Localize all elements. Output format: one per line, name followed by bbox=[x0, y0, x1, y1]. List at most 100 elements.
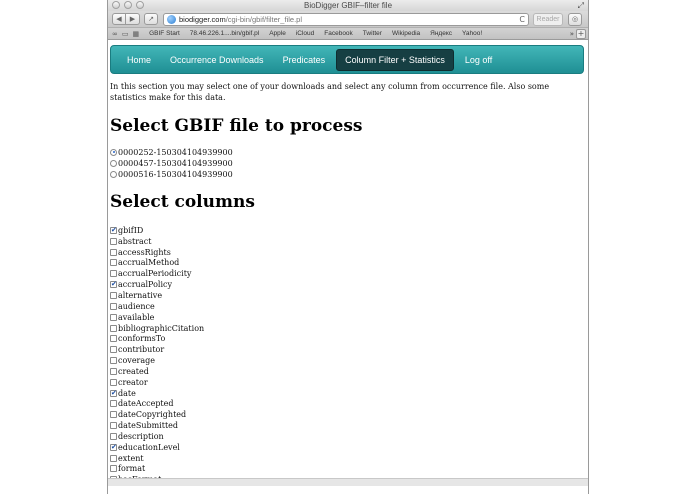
bookmark-item[interactable]: 78.46.226.1....bin/gbif.pl bbox=[190, 30, 259, 37]
file-option[interactable]: 0000516-150304104939900 bbox=[110, 169, 233, 180]
bookmark-item[interactable]: Wikipedia bbox=[392, 30, 420, 37]
column-option[interactable]: dateCopyrighted bbox=[110, 409, 204, 420]
column-checkbox[interactable] bbox=[110, 313, 117, 321]
column-option[interactable]: bibliographicCitation bbox=[110, 323, 204, 334]
column-option[interactable]: format bbox=[110, 464, 204, 475]
nav-predicates[interactable]: Predicates bbox=[275, 50, 334, 70]
column-option[interactable]: extent bbox=[110, 453, 204, 464]
bookmark-item[interactable]: Facebook bbox=[324, 30, 353, 37]
column-option-label: accrualPolicy bbox=[118, 280, 173, 290]
column-checkbox[interactable] bbox=[110, 291, 117, 299]
column-checkbox[interactable] bbox=[110, 357, 117, 365]
column-option[interactable]: creator bbox=[110, 377, 204, 388]
column-option-label: abstract bbox=[118, 236, 152, 246]
address-bar[interactable]: biodigger.com/cgi-bin/gbif/filter_file.p… bbox=[163, 13, 529, 26]
column-option-label: description bbox=[118, 431, 164, 441]
url-path: /cgi-bin/gbif/filter_file.pl bbox=[225, 15, 302, 24]
column-checkbox[interactable] bbox=[110, 367, 117, 375]
share-button[interactable]: ↗ bbox=[144, 13, 158, 25]
bookmark-item[interactable]: GBIF Start bbox=[149, 30, 180, 37]
file-radio[interactable] bbox=[110, 159, 117, 167]
fullscreen-icon[interactable]: ⤢ bbox=[578, 0, 584, 11]
nav-column-filter-statistics[interactable]: Column Filter + Statistics bbox=[336, 48, 454, 71]
column-option[interactable]: accrualPeriodicity bbox=[110, 268, 204, 279]
column-checkbox[interactable] bbox=[110, 465, 117, 473]
column-option[interactable]: ✔ educationLevel bbox=[110, 442, 204, 453]
file-option-label: 0000252-150304104939900 bbox=[118, 147, 233, 157]
bookmark-item[interactable]: Twitter bbox=[363, 30, 382, 37]
file-radio-list: 0000252-150304104939900 0000457-150304104… bbox=[110, 147, 233, 180]
file-radio[interactable] bbox=[110, 170, 117, 178]
bookmarks-book-icon[interactable]: ▭ bbox=[122, 30, 129, 38]
column-option-label: coverage bbox=[118, 356, 155, 366]
bookmark-item[interactable]: Yahoo! bbox=[462, 30, 482, 37]
column-checkbox[interactable] bbox=[110, 378, 117, 386]
bookmarks-bar: ∞ ▭ ▦ GBIF Start 78.46.226.1....bin/gbif… bbox=[108, 28, 588, 40]
column-option[interactable]: contributor bbox=[110, 344, 204, 355]
column-option[interactable]: dateSubmitted bbox=[110, 420, 204, 431]
column-option-label: creator bbox=[118, 377, 148, 387]
column-checkbox[interactable]: ✔ bbox=[110, 226, 117, 234]
column-checkbox[interactable] bbox=[110, 346, 117, 354]
history-buttons: ◀ ▶ bbox=[112, 13, 140, 25]
select-file-heading: Select GBIF file to process bbox=[110, 116, 363, 136]
nav-occurrence-downloads[interactable]: Occurrence Downloads bbox=[162, 50, 272, 70]
column-checkbox[interactable]: ✔ bbox=[110, 389, 117, 397]
column-option-label: accrualPeriodicity bbox=[118, 269, 192, 279]
column-checkbox[interactable] bbox=[110, 237, 117, 245]
horizontal-scrollbar[interactable] bbox=[108, 478, 588, 486]
top-sites-grid-icon[interactable]: ▦ bbox=[132, 30, 139, 38]
column-checkbox[interactable] bbox=[110, 259, 117, 267]
url-text: biodigger.com/cgi-bin/gbif/filter_file.p… bbox=[179, 14, 302, 25]
bookmark-item[interactable]: Apple bbox=[269, 30, 286, 37]
column-checkbox[interactable]: ✔ bbox=[110, 443, 117, 451]
bookmark-item[interactable]: Яндекс bbox=[430, 30, 452, 37]
column-checkbox[interactable]: ✔ bbox=[110, 281, 117, 289]
column-option-label: conformsTo bbox=[118, 334, 166, 344]
column-checkbox[interactable] bbox=[110, 411, 117, 419]
file-option[interactable]: 0000252-150304104939900 bbox=[110, 147, 233, 158]
column-option[interactable]: description bbox=[110, 431, 204, 442]
column-option[interactable]: ✔ accrualPolicy bbox=[110, 279, 204, 290]
column-option[interactable]: dateAccepted bbox=[110, 399, 204, 410]
file-radio[interactable] bbox=[110, 148, 117, 156]
column-checkbox[interactable] bbox=[110, 422, 117, 430]
file-option[interactable]: 0000457-150304104939900 bbox=[110, 158, 233, 169]
column-checkbox[interactable] bbox=[110, 270, 117, 278]
column-checkbox[interactable] bbox=[110, 432, 117, 440]
reader-button[interactable]: Reader bbox=[533, 13, 563, 26]
column-option[interactable]: accessRights bbox=[110, 247, 204, 258]
back-button[interactable]: ◀ bbox=[112, 13, 126, 25]
column-option[interactable]: coverage bbox=[110, 355, 204, 366]
column-checkbox[interactable] bbox=[110, 454, 117, 462]
nav-home[interactable]: Home bbox=[119, 50, 159, 70]
forward-button[interactable]: ▶ bbox=[126, 13, 140, 25]
globe-icon bbox=[167, 15, 176, 24]
column-option-label: audience bbox=[118, 301, 155, 311]
column-option[interactable]: conformsTo bbox=[110, 333, 204, 344]
new-tab-button[interactable]: + bbox=[576, 29, 586, 39]
bookmark-item[interactable]: iCloud bbox=[296, 30, 314, 37]
column-option[interactable]: accrualMethod bbox=[110, 258, 204, 269]
column-option[interactable]: available bbox=[110, 312, 204, 323]
column-checkbox[interactable] bbox=[110, 400, 117, 408]
reading-list-icon[interactable]: ∞ bbox=[112, 30, 118, 38]
column-option[interactable]: alternative bbox=[110, 290, 204, 301]
column-option-label: accrualMethod bbox=[118, 258, 180, 268]
column-checkbox[interactable] bbox=[110, 302, 117, 310]
title-bar: BioDigger GBIF–filter file ⤢ bbox=[108, 0, 588, 11]
nav-log-off[interactable]: Log off bbox=[457, 50, 500, 70]
reload-icon[interactable]: C bbox=[519, 14, 525, 25]
column-checkbox[interactable] bbox=[110, 335, 117, 343]
column-option[interactable]: audience bbox=[110, 301, 204, 312]
column-option[interactable]: ✔ date bbox=[110, 388, 204, 399]
column-checkbox[interactable] bbox=[110, 324, 117, 332]
column-option[interactable]: ✔ gbifID bbox=[110, 225, 204, 236]
more-bookmarks-icon[interactable]: » bbox=[570, 28, 574, 40]
bookmark-tools: ∞ ▭ ▦ bbox=[112, 30, 139, 38]
window-title: BioDigger GBIF–filter file bbox=[303, 1, 393, 10]
downloads-icon[interactable]: ◎ bbox=[568, 13, 582, 26]
column-option[interactable]: created bbox=[110, 366, 204, 377]
column-checkbox[interactable] bbox=[110, 248, 117, 256]
column-option[interactable]: abstract bbox=[110, 236, 204, 247]
